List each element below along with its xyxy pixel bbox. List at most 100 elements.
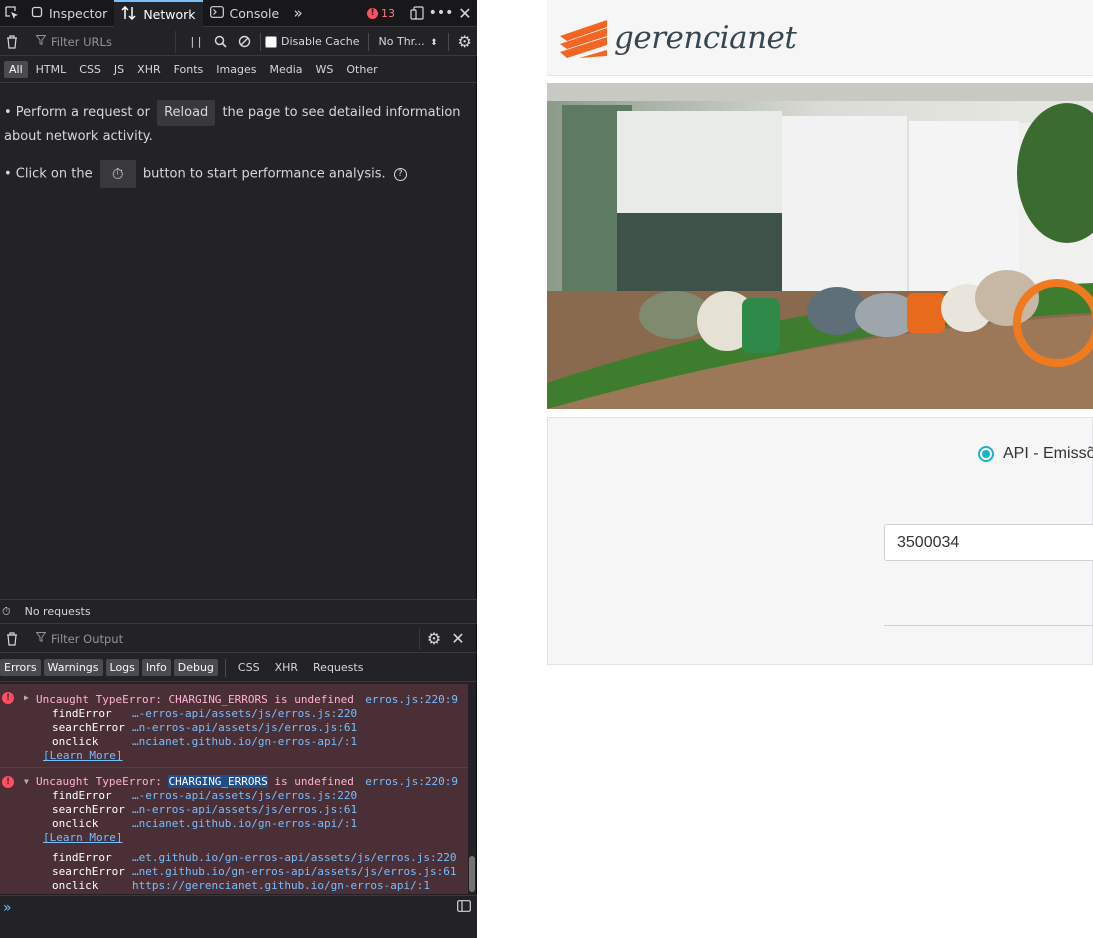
- frame-source-link[interactable]: …-erros-api/assets/js/erros.js:220: [132, 707, 357, 721]
- console-error-message[interactable]: ! ▼ Uncaught TypeError: CHARGING_ERRORS …: [0, 768, 468, 894]
- notice-performance-prefix: • Click on the: [4, 166, 93, 182]
- devtools-tab-bar: Inspector Network Console » ! 13 ••• ✕: [0, 0, 477, 27]
- close-devtools-icon[interactable]: ✕: [453, 1, 477, 25]
- filter-requests-console[interactable]: Requests: [309, 659, 367, 676]
- more-options-icon[interactable]: •••: [429, 1, 454, 25]
- clear-console-trash-icon[interactable]: [0, 627, 24, 651]
- element-picker-icon[interactable]: [0, 1, 24, 25]
- error-variable: CHARGING_ERRORS: [168, 693, 268, 706]
- frame-source-link[interactable]: …ncianet.github.io/gn-erros-api/:1: [132, 817, 357, 831]
- filter-ws[interactable]: WS: [311, 61, 339, 78]
- stack-frame: onclick …ncianet.github.io/gn-erros-api/:…: [36, 817, 468, 831]
- close-split-console-icon[interactable]: ✕: [446, 627, 470, 651]
- disable-cache-checkbox[interactable]: [265, 35, 277, 48]
- network-toolbar: Filter URLs | | Disable Cache No Thr... …: [0, 28, 477, 56]
- search-icon[interactable]: [208, 30, 232, 54]
- stack-frame: findError …-erros-api/assets/js/erros.js:…: [36, 789, 468, 803]
- network-settings-gear-icon[interactable]: ⚙: [453, 30, 477, 54]
- filter-all[interactable]: All: [4, 61, 28, 78]
- help-icon[interactable]: ?: [393, 167, 407, 181]
- editor-mode-icon[interactable]: [457, 900, 471, 915]
- filter-css[interactable]: CSS: [74, 61, 106, 78]
- filter-xhr[interactable]: XHR: [132, 61, 165, 78]
- filter-css-console[interactable]: CSS: [234, 659, 264, 676]
- frame-function: findError: [52, 707, 112, 720]
- frame-function: findError: [52, 851, 112, 864]
- console-input[interactable]: »: [0, 895, 477, 938]
- disable-cache-label: Disable Cache: [281, 35, 360, 48]
- collapsed-twisty-icon[interactable]: ▶: [24, 693, 29, 702]
- clear-trash-icon[interactable]: [0, 30, 24, 54]
- filter-html[interactable]: HTML: [31, 61, 72, 78]
- responsive-mode-icon[interactable]: [405, 1, 429, 25]
- console-prompt-icon: »: [3, 900, 12, 916]
- frame-function: searchError: [52, 865, 125, 878]
- select-arrows-icon: ⬍: [430, 38, 438, 48]
- filter-media[interactable]: Media: [264, 61, 307, 78]
- tab-inspector-label: Inspector: [49, 5, 108, 21]
- frame-source-link[interactable]: …ncianet.github.io/gn-erros-api/:1: [132, 735, 357, 749]
- error-suffix: is undefined: [267, 693, 354, 706]
- frame-source-link[interactable]: …-erros-api/assets/js/erros.js:220: [132, 789, 357, 803]
- throttling-select[interactable]: No Thr... ⬍: [379, 35, 438, 48]
- filter-xhr-console[interactable]: XHR: [271, 659, 302, 676]
- reload-button[interactable]: Reload: [157, 100, 216, 126]
- filter-urls-input[interactable]: Filter URLs: [28, 30, 176, 53]
- request-type-filters: All HTML CSS JS XHR Fonts Images Media W…: [0, 57, 477, 83]
- inspector-icon: [31, 6, 43, 21]
- error-icon: !: [2, 692, 14, 704]
- console-level-filters: Errors Warnings Logs Info Debug CSS XHR …: [0, 654, 477, 682]
- filter-errors[interactable]: Errors: [0, 659, 41, 676]
- stopwatch-icon[interactable]: ⏱: [2, 605, 11, 619]
- error-count-badge[interactable]: ! 13: [367, 7, 395, 20]
- error-source-link[interactable]: erros.js:220:9: [365, 775, 458, 788]
- error-source-link[interactable]: erros.js:220:9: [365, 693, 458, 706]
- site-header: gerencianet: [547, 0, 1093, 76]
- error-suffix: is undefined: [267, 775, 354, 788]
- learn-more-link[interactable]: [Learn More]: [36, 831, 468, 845]
- error-code-input[interactable]: 3500034: [884, 524, 1093, 561]
- filter-info[interactable]: Info: [141, 659, 171, 676]
- performance-analysis-button[interactable]: ⏱: [99, 160, 136, 188]
- frame-source-link[interactable]: …net.github.io/gn-erros-api/assets/js/er…: [132, 865, 457, 879]
- frame-source-link[interactable]: …et.github.io/gn-erros-api/assets/js/err…: [132, 851, 457, 865]
- scrollbar-thumb[interactable]: [469, 856, 475, 892]
- filter-other[interactable]: Other: [341, 61, 382, 78]
- console-error-message[interactable]: ! ▶ Uncaught TypeError: CHARGING_ERRORS …: [0, 684, 468, 768]
- network-arrows-icon: [121, 5, 137, 23]
- filter-funnel-icon: [35, 632, 47, 645]
- hero-image: [547, 83, 1093, 409]
- tab-inspector[interactable]: Inspector: [24, 0, 114, 27]
- tab-network[interactable]: Network: [114, 0, 203, 27]
- stack-frame: searchError …n-erros-api/assets/js/erros.…: [36, 803, 468, 817]
- learn-more-link[interactable]: [Learn More]: [36, 749, 468, 763]
- console-settings-gear-icon[interactable]: ⚙: [422, 627, 446, 651]
- more-tabs-chevron-icon[interactable]: »: [286, 1, 310, 25]
- filter-images[interactable]: Images: [211, 61, 261, 78]
- pause-icon[interactable]: | |: [184, 30, 208, 54]
- filter-js[interactable]: JS: [109, 61, 129, 78]
- filter-fonts[interactable]: Fonts: [169, 61, 209, 78]
- filter-warnings[interactable]: Warnings: [43, 659, 103, 676]
- api-radio-button[interactable]: [978, 446, 994, 462]
- frame-source-link[interactable]: https://gerencianet.github.io/gn-erros-a…: [132, 879, 430, 893]
- network-status-bar: ⏱ No requests: [0, 599, 477, 624]
- filter-debug[interactable]: Debug: [173, 659, 218, 676]
- filter-logs[interactable]: Logs: [105, 659, 139, 676]
- frame-source-link[interactable]: …n-erros-api/assets/js/erros.js:61: [132, 803, 357, 817]
- stack-frame: searchError …n-erros-api/assets/js/erros.…: [36, 721, 468, 735]
- console-scrollbar[interactable]: [468, 684, 476, 894]
- expanded-twisty-icon[interactable]: ▼: [24, 777, 29, 786]
- tab-console[interactable]: Console: [203, 0, 287, 27]
- throttling-value: No Thr...: [378, 35, 425, 48]
- filter-output-input[interactable]: Filter Output: [28, 627, 420, 650]
- console-toolbar: Filter Output ⚙ ✕: [0, 625, 477, 653]
- frame-function: searchError: [52, 803, 125, 816]
- filter-funnel-icon: [35, 35, 47, 48]
- stopwatch-icon: ⏱: [111, 165, 124, 183]
- frame-function: searchError: [52, 721, 125, 734]
- frame-source-link[interactable]: …n-erros-api/assets/js/erros.js:61: [132, 721, 357, 735]
- block-icon[interactable]: [232, 30, 256, 54]
- stack-frame: onclick …ncianet.github.io/gn-erros-api/:…: [36, 735, 468, 749]
- error-variable-highlighted: CHARGING_ERRORS: [168, 775, 268, 788]
